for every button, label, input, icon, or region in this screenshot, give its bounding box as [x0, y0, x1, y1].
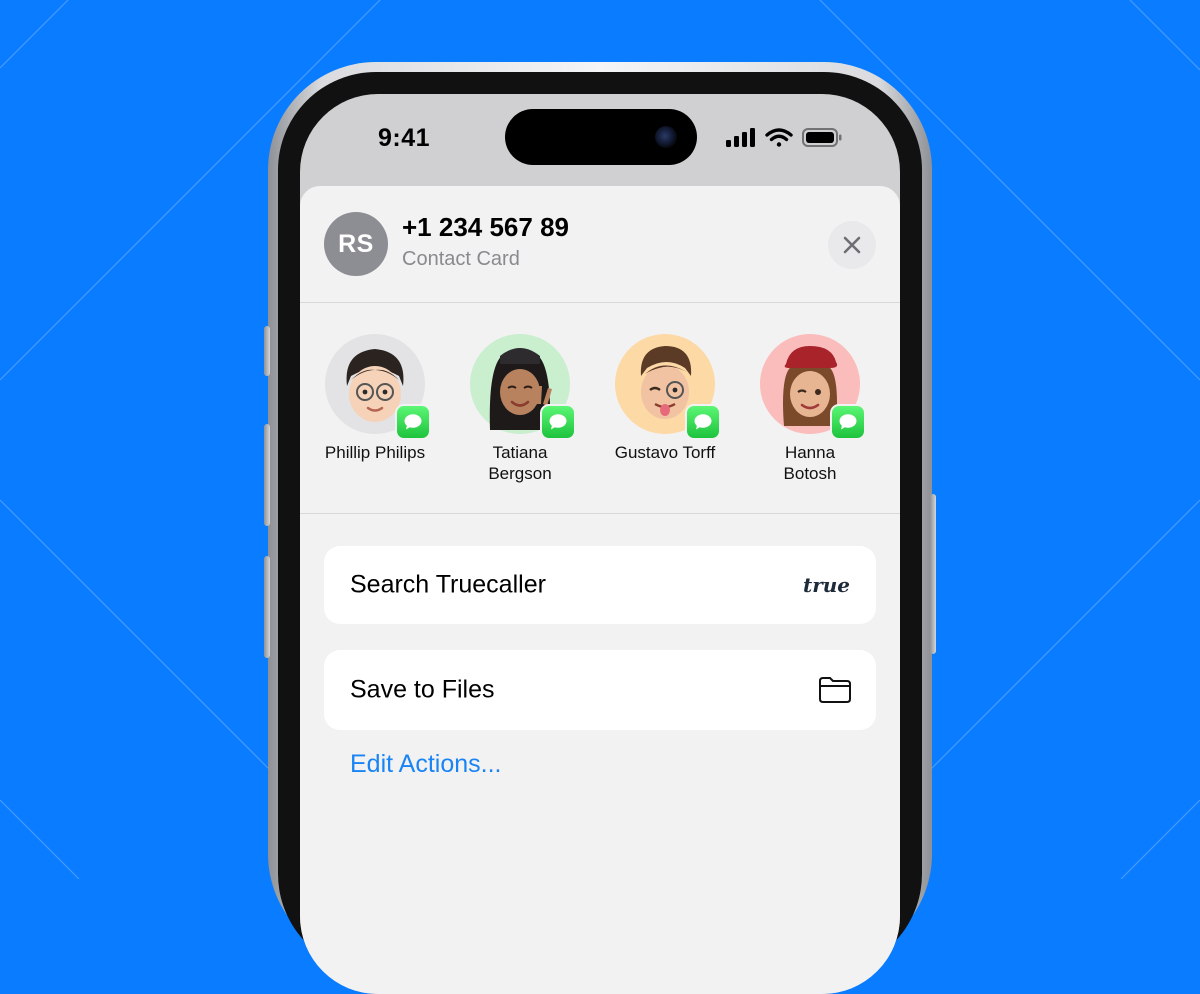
volume-down-button [264, 556, 270, 658]
person-avatar [615, 334, 721, 440]
share-target-hanna[interactable]: Hanna Botosh [740, 334, 880, 484]
divider [300, 302, 900, 303]
phone-screen: 9:41 RS +1 234 567 89 Contact Card Phill… [300, 94, 900, 994]
folder-icon [819, 677, 851, 703]
status-time: 9:41 [378, 124, 431, 152]
person-name: Hanna Botosh [783, 443, 837, 483]
save-to-files-action[interactable]: Save to Files [324, 650, 876, 730]
battery-icon [802, 128, 842, 147]
edit-actions-link[interactable]: Edit Actions... [350, 750, 501, 779]
contact-number: +1 234 567 89 [402, 212, 569, 242]
search-truecaller-action[interactable]: Search Truecaller true [324, 546, 876, 624]
close-icon [843, 236, 861, 254]
wifi-icon [765, 128, 793, 147]
divider [300, 513, 900, 514]
contact-subtitle: Contact Card [402, 248, 520, 270]
messages-icon [685, 404, 721, 440]
messages-icon [395, 404, 431, 440]
person-name: Tatiana Bergson [488, 443, 552, 483]
messages-icon [830, 404, 866, 440]
signal-icon [726, 128, 755, 147]
person-name: Phillip Philips [324, 443, 426, 462]
front-camera-icon [655, 126, 677, 148]
action-label: Search Truecaller [350, 570, 546, 599]
volume-up-button [264, 424, 270, 526]
close-button[interactable] [828, 221, 876, 269]
truecaller-logo: true [802, 573, 850, 597]
person-avatar [470, 334, 576, 440]
messages-icon [540, 404, 576, 440]
action-label: Save to Files [350, 675, 495, 704]
person-name: Gustavo Torff [614, 443, 716, 462]
share-sheet: RS +1 234 567 89 Contact Card Phillip Ph… [300, 186, 900, 994]
person-avatar [760, 334, 866, 440]
share-target-tatiana[interactable]: Tatiana Bergson [450, 334, 590, 484]
share-target-gustavo[interactable]: Gustavo Torff [595, 334, 735, 463]
status-icons [726, 126, 846, 155]
share-target-phillip[interactable]: Phillip Philips [305, 334, 445, 463]
contact-avatar: RS [324, 212, 388, 276]
person-avatar [325, 334, 431, 440]
power-button [930, 494, 936, 654]
action-button [264, 326, 270, 376]
dynamic-island [505, 109, 697, 165]
